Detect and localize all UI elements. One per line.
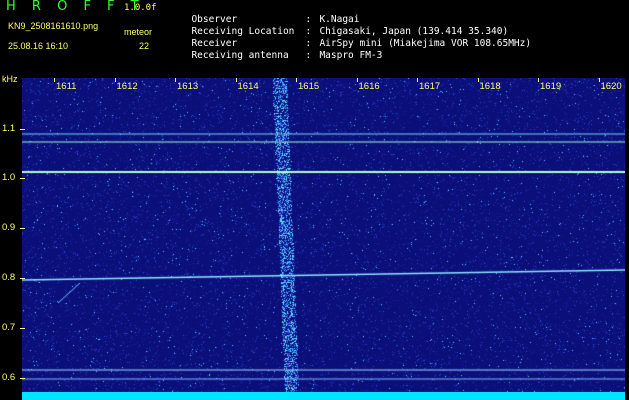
x-tick-label: 1619 bbox=[540, 81, 562, 92]
x-tick-label: 1618 bbox=[479, 81, 501, 92]
y-tick-label: 0.6 bbox=[2, 372, 16, 383]
x-tick-label: 1617 bbox=[419, 81, 441, 92]
y-tick-label: 1.0 bbox=[2, 172, 16, 183]
y-tick-label: 0.7 bbox=[2, 322, 16, 333]
y-tick-mark bbox=[20, 178, 25, 179]
meta-row-antenna: Receiving antenna: Maspro FM-3 bbox=[191, 50, 383, 61]
bottom-strip bbox=[22, 392, 625, 400]
x-tick-mark bbox=[235, 78, 237, 82]
y-tick-mark bbox=[20, 378, 25, 379]
count-label: 22 bbox=[139, 41, 150, 51]
x-tick-mark bbox=[296, 78, 297, 82]
y-tick-mark bbox=[20, 328, 25, 329]
x-tick-mark bbox=[598, 78, 600, 82]
x-tick-mark bbox=[477, 78, 479, 82]
x-tick-mark bbox=[114, 78, 116, 82]
x-tick-label: 1612 bbox=[116, 81, 138, 92]
spectrogram-canvas bbox=[22, 78, 625, 392]
x-tick-mark bbox=[175, 78, 176, 82]
x-tick-mark bbox=[417, 78, 418, 82]
x-tick-label: 1614 bbox=[237, 81, 259, 92]
y-axis-unit: kHz bbox=[2, 74, 18, 84]
y-tick-label: 0.8 bbox=[2, 272, 16, 283]
datetime-label: 25.08.16 16:10 bbox=[8, 41, 69, 51]
x-tick-label: 1620 bbox=[600, 81, 622, 92]
x-tick-mark bbox=[356, 78, 358, 82]
filename-label: KN9_2508161610.png bbox=[8, 21, 99, 31]
meta-label: Receiving antenna bbox=[191, 50, 289, 61]
x-tick-label: 1613 bbox=[177, 81, 199, 92]
y-tick-mark bbox=[20, 228, 25, 229]
y-tick-mark bbox=[20, 129, 25, 130]
mode-label: meteor bbox=[124, 27, 153, 37]
y-tick-mark bbox=[20, 278, 25, 279]
x-tick-label: 1615 bbox=[298, 81, 320, 92]
x-tick-label: 1616 bbox=[358, 81, 380, 92]
x-tick-mark bbox=[538, 78, 539, 82]
meta-value: Maspro FM-3 bbox=[319, 50, 383, 61]
x-tick-mark bbox=[54, 78, 55, 82]
spectrogram bbox=[22, 78, 625, 392]
version-label: 1.0.0f bbox=[124, 3, 157, 13]
y-tick-label: 0.9 bbox=[2, 222, 16, 233]
x-tick-label: 1611 bbox=[56, 81, 77, 92]
y-tick-label: 1.1 bbox=[2, 123, 16, 134]
